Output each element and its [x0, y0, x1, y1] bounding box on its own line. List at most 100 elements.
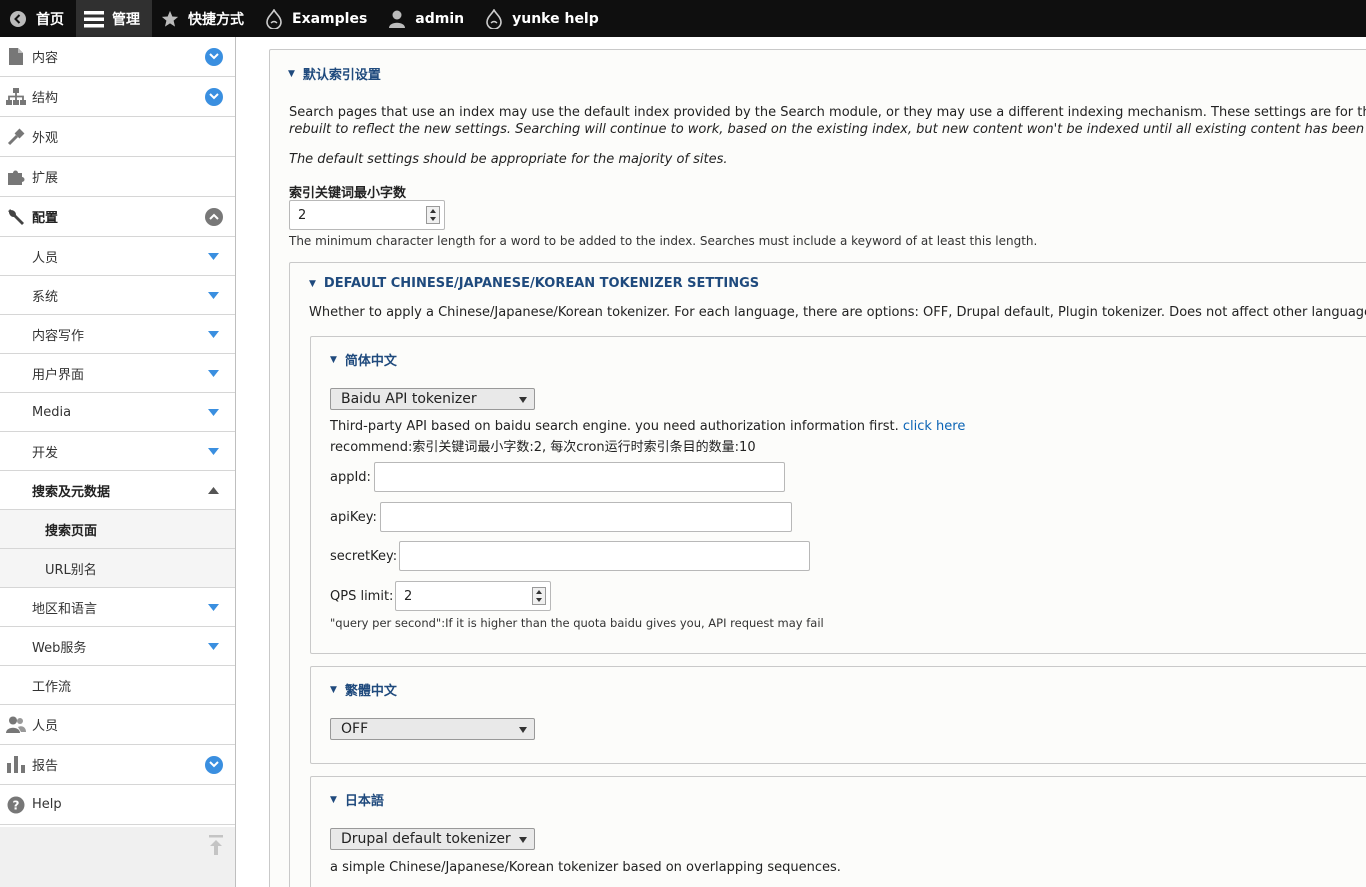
sidebar-item-config-people[interactable]: 人员 [0, 237, 235, 276]
sidebar-item-content[interactable]: 内容 [0, 37, 235, 77]
sidebar-item-workflow[interactable]: 工作流 [0, 666, 235, 705]
triangle-down-icon[interactable] [208, 643, 219, 650]
description-text: Third-party API based on baidu search en… [330, 419, 899, 434]
recommend-text: recommend:索引关键词最小字数:2, 每次cron运行时索引条目的数量:… [330, 440, 756, 455]
sidebar-item-label: 搜索页面 [45, 523, 98, 539]
sidebar-item-media[interactable]: Media [0, 393, 235, 432]
sidebar-item-url-alias[interactable]: URL别名 [0, 549, 235, 588]
min-length-value: 2 [298, 208, 307, 223]
legend-label: 简体中文 [344, 354, 397, 369]
toolbar-yunke-help[interactable]: yunke help [476, 0, 611, 37]
chevron-down-icon[interactable] [205, 87, 223, 106]
default-index-fieldset: ▼ 默认索引设置 Search pages that use an index … [269, 49, 1366, 887]
apikey-input[interactable] [380, 502, 792, 532]
triangle-down-icon: ▼ [330, 684, 337, 695]
sidebar-item-system[interactable]: 系统 [0, 276, 235, 315]
triangle-down-icon[interactable] [208, 253, 219, 260]
sidebar-item-label: 工作流 [32, 679, 72, 695]
triangle-down-icon[interactable] [208, 409, 219, 416]
triangle-down-icon[interactable] [208, 370, 219, 377]
qps-value: 2 [404, 589, 413, 604]
sidebar-footer [0, 827, 235, 887]
sidebar-item-help[interactable]: ? Help [0, 785, 235, 825]
sidebar-item-reports[interactable]: 报告 [0, 745, 235, 785]
sidebar-item-content-authoring[interactable]: 内容写作 [0, 315, 235, 354]
toolbar-admin-label: admin [415, 10, 465, 27]
triangle-down-icon[interactable] [208, 292, 219, 299]
sidebar-item-label: URL别名 [45, 562, 97, 578]
sidebar-item-label: 结构 [32, 91, 59, 106]
triangle-down-icon[interactable] [208, 331, 219, 338]
default-index-legend[interactable]: ▼ 默认索引设置 [288, 64, 381, 83]
back-circle-icon [8, 9, 28, 29]
simplified-tokenizer-select[interactable]: Baidu API tokenizer [330, 388, 535, 410]
sidebar-item-search-pages[interactable]: 搜索页面 [0, 510, 235, 549]
caret-down-icon [519, 837, 527, 843]
traditional-legend[interactable]: ▼ 繁體中文 [330, 680, 397, 699]
sidebar-item-region-language[interactable]: 地区和语言 [0, 588, 235, 627]
toolbar-home[interactable]: 首页 [0, 0, 76, 37]
qps-help: "query per second":If it is higher than … [330, 616, 824, 630]
triangle-up-icon[interactable] [208, 487, 219, 494]
simplified-chinese-fieldset: ▼ 简体中文 Baidu API tokenizer Third-party A… [310, 336, 1366, 654]
sidebar-item-user-interface[interactable]: 用户界面 [0, 354, 235, 393]
sidebar-item-search-meta[interactable]: 搜索及元数据 [0, 471, 235, 510]
min-length-label: 索引关键词最小字数 [289, 186, 407, 201]
qps-input[interactable]: 2 [395, 581, 551, 611]
pin-to-top-icon[interactable] [209, 835, 223, 855]
simplified-legend[interactable]: ▼ 简体中文 [330, 350, 397, 369]
chevron-down-icon[interactable] [205, 47, 223, 66]
drupal-drop-icon [264, 8, 284, 29]
description-line: Search pages that use an index may use t… [289, 105, 1366, 120]
secretkey-label: secretKey: [330, 549, 398, 564]
admin-sidebar: 内容 结构 外观 扩展 配置 人员 系统 内容写作 用户界面 Media 开发 [0, 37, 236, 887]
cjk-fieldset: ▼ DEFAULT CHINESE/JAPANESE/KOREAN TOKENI… [289, 262, 1366, 887]
chevron-up-icon[interactable] [205, 207, 223, 226]
japanese-tokenizer-select[interactable]: Drupal default tokenizer [330, 828, 535, 850]
sidebar-item-development[interactable]: 开发 [0, 432, 235, 471]
sidebar-item-config[interactable]: 配置 [0, 197, 235, 237]
sidebar-item-label: 用户界面 [32, 367, 85, 383]
file-icon [6, 47, 26, 67]
sidebar-item-people[interactable]: 人员 [0, 705, 235, 745]
sidebar-item-label: 系统 [32, 289, 59, 305]
legend-label: 日本語 [344, 794, 384, 809]
puzzle-icon [6, 167, 26, 187]
number-stepper-icon[interactable] [532, 587, 546, 605]
triangle-down-icon: ▼ [288, 68, 295, 79]
sidebar-item-extend[interactable]: 扩展 [0, 157, 235, 197]
appid-label: appId: [330, 470, 371, 485]
admin-toolbar: 首页 管理 快捷方式 Examples admin yunke help [0, 0, 1366, 37]
cjk-legend[interactable]: ▼ DEFAULT CHINESE/JAPANESE/KOREAN TOKENI… [309, 276, 759, 291]
toolbar-home-label: 首页 [36, 11, 64, 28]
toolbar-examples[interactable]: Examples [256, 0, 379, 37]
triangle-down-icon[interactable] [208, 448, 219, 455]
cjk-description: Whether to apply a Chinese/Japanese/Kore… [309, 305, 1366, 320]
triangle-down-icon[interactable] [208, 604, 219, 611]
click-here-link[interactable]: click here [903, 419, 965, 434]
caret-down-icon [519, 397, 527, 403]
bar-chart-icon [6, 755, 26, 775]
sidebar-item-label: 人员 [32, 250, 59, 266]
number-stepper-icon[interactable] [426, 206, 440, 224]
main-content: ▼ 默认索引设置 Search pages that use an index … [236, 37, 1366, 887]
toolbar-manage[interactable]: 管理 [76, 0, 152, 37]
secretkey-input[interactable] [399, 541, 810, 571]
japanese-legend[interactable]: ▼ 日本語 [330, 790, 384, 809]
min-length-input[interactable]: 2 [289, 200, 445, 230]
sidebar-item-label: Media [32, 404, 72, 420]
sidebar-item-web-services[interactable]: Web服务 [0, 627, 235, 666]
apikey-label: apiKey: [330, 510, 377, 525]
sidebar-item-label: 外观 [32, 131, 59, 146]
sitemap-icon [6, 87, 26, 107]
chevron-down-icon[interactable] [205, 755, 223, 774]
toolbar-shortcuts[interactable]: 快捷方式 [152, 0, 256, 37]
appid-input[interactable] [374, 462, 785, 492]
sidebar-item-structure[interactable]: 结构 [0, 77, 235, 117]
sidebar-item-label: 搜索及元数据 [32, 484, 111, 500]
sidebar-item-appearance[interactable]: 外观 [0, 117, 235, 157]
triangle-down-icon: ▼ [309, 278, 316, 289]
toolbar-admin-user[interactable]: admin [379, 0, 476, 37]
sidebar-item-label: 开发 [32, 445, 59, 461]
traditional-tokenizer-select[interactable]: OFF [330, 718, 535, 740]
